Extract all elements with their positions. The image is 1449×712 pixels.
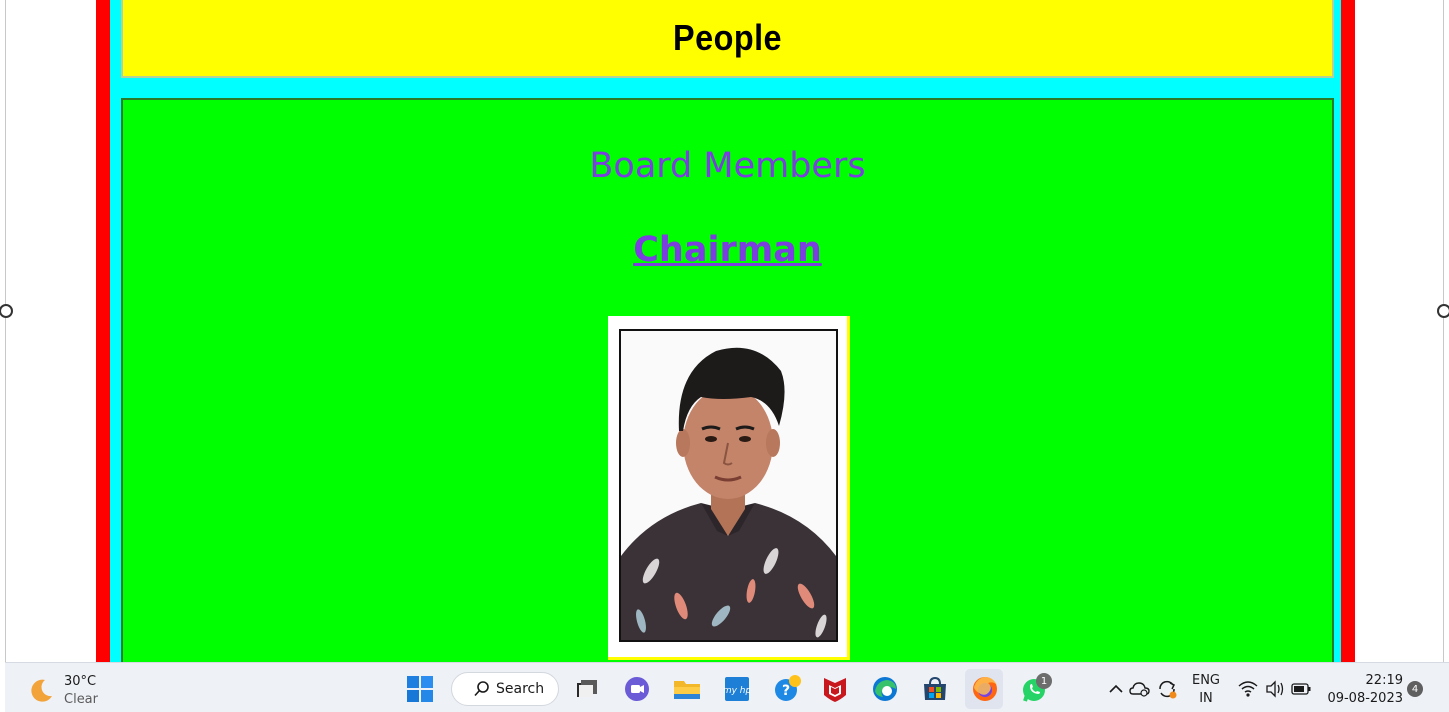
- windows-taskbar: 30°C Clear Search my hp ? 1 ENG IN 22:19…: [5, 662, 1449, 712]
- myhp-icon[interactable]: my hp: [723, 675, 751, 703]
- browser-viewport: People Board Members Chairman: [0, 0, 1449, 662]
- notification-count-badge[interactable]: 4: [1407, 681, 1423, 697]
- chairman-photo: [619, 329, 838, 642]
- weather-condition[interactable]: Clear: [64, 692, 98, 707]
- firefox-icon[interactable]: [971, 675, 999, 703]
- get-help-icon[interactable]: ?: [773, 675, 801, 703]
- search-label: Search: [496, 681, 545, 697]
- wifi-icon[interactable]: [1234, 675, 1262, 703]
- member-photo-card: [608, 316, 850, 660]
- taskbar-search[interactable]: Search: [451, 672, 559, 706]
- window-edge-left: [5, 0, 6, 662]
- file-explorer-icon[interactable]: [673, 675, 701, 703]
- resize-handle-left[interactable]: [0, 304, 13, 318]
- clock-date[interactable]: 09-08-2023: [1323, 691, 1403, 706]
- mcafee-icon[interactable]: [821, 675, 849, 703]
- section-title: Board Members: [589, 146, 866, 186]
- svg-text:?: ?: [782, 683, 790, 699]
- svg-text:my hp: my hp: [724, 686, 750, 696]
- content-panel: Board Members Chairman: [121, 98, 1334, 662]
- search-icon: [474, 681, 489, 697]
- language-indicator-line2[interactable]: IN: [1189, 691, 1223, 706]
- battery-icon[interactable]: [1287, 675, 1315, 703]
- onedrive-cloud-icon[interactable]: [1126, 675, 1154, 703]
- role-link-chairman[interactable]: Chairman: [123, 230, 1332, 270]
- volume-icon[interactable]: [1261, 675, 1289, 703]
- moon-icon[interactable]: [29, 677, 55, 703]
- page-header: People: [121, 0, 1334, 78]
- teams-chat-icon[interactable]: [623, 675, 651, 703]
- window-edge-right: [1443, 0, 1444, 662]
- language-indicator-line1[interactable]: ENG: [1189, 673, 1223, 688]
- windows-start-icon[interactable]: [406, 675, 434, 703]
- clock-time[interactable]: 22:19: [1323, 673, 1403, 688]
- sync-status-icon[interactable]: [1153, 675, 1181, 703]
- weather-temperature[interactable]: 30°C: [64, 674, 96, 689]
- microsoft-store-icon[interactable]: [921, 675, 949, 703]
- portrait-image: [621, 331, 836, 640]
- resize-handle-right[interactable]: [1437, 304, 1449, 318]
- page-title: People: [673, 17, 782, 58]
- edge-browser-icon[interactable]: [871, 675, 899, 703]
- whatsapp-unread-badge: 1: [1036, 673, 1052, 689]
- task-view-icon[interactable]: [573, 675, 601, 703]
